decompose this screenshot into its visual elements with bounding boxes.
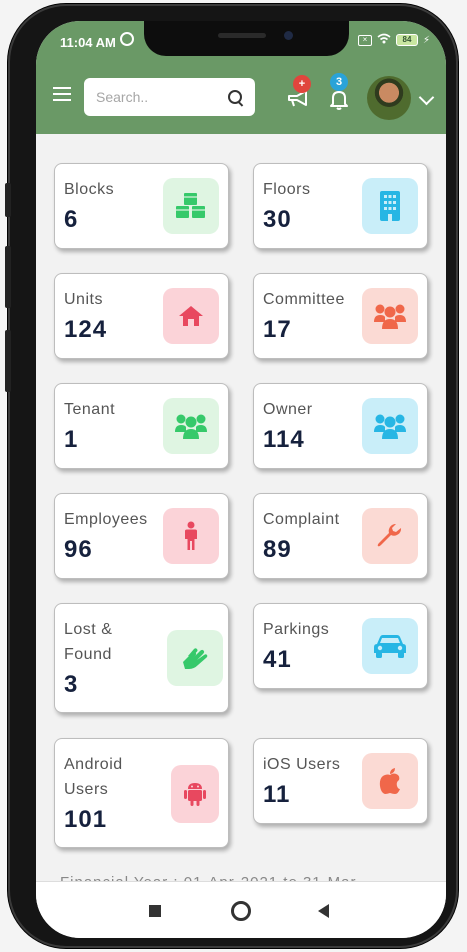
camera-notch — [144, 21, 349, 56]
home-button[interactable] — [231, 901, 251, 921]
android-icon — [171, 765, 219, 823]
app-header: 11:04 AM × 84 ⚡ Search.. + 3 — [36, 21, 446, 134]
back-button[interactable] — [318, 904, 329, 918]
card-value: 30 — [263, 206, 292, 233]
users-icon — [163, 398, 219, 454]
card-value: 3 — [64, 671, 79, 698]
search-placeholder: Search.. — [96, 89, 149, 105]
phone-side-button — [5, 183, 11, 217]
card-ios-users[interactable]: iOS Users 11 — [253, 738, 428, 824]
card-value: 11 — [263, 781, 291, 808]
card-label-line1: Lost & — [64, 621, 113, 638]
card-committee[interactable]: Committee 17 — [253, 273, 428, 359]
person-icon — [163, 508, 219, 564]
card-label: Tenant — [64, 401, 116, 418]
home-icon — [163, 288, 219, 344]
users-icon — [362, 288, 418, 344]
recent-apps-button[interactable] — [149, 905, 161, 917]
card-value: 6 — [64, 206, 79, 233]
card-units[interactable]: Units 124 — [54, 273, 229, 359]
sim-icon: × — [357, 34, 372, 46]
phone-volume-down — [5, 330, 11, 392]
card-label: Android Users — [64, 752, 123, 802]
bell-icon[interactable] — [328, 89, 350, 111]
card-value: 114 — [263, 426, 305, 453]
card-label: Blocks — [64, 181, 115, 198]
car-icon — [362, 618, 418, 674]
hands-icon — [167, 630, 223, 686]
chevron-down-icon[interactable] — [418, 89, 435, 106]
system-nav-bar — [36, 881, 446, 938]
card-value: 41 — [263, 646, 292, 673]
card-value: 124 — [64, 316, 108, 343]
card-value: 101 — [64, 806, 108, 833]
card-label: Parkings — [263, 621, 330, 638]
card-value: 89 — [263, 536, 292, 563]
card-owner[interactable]: Owner 114 — [253, 383, 428, 469]
card-label: Lost & Found — [64, 617, 112, 667]
card-android-users[interactable]: Android Users 101 — [54, 738, 229, 848]
search-input[interactable]: Search.. — [84, 78, 255, 116]
card-employees[interactable]: Employees 96 — [54, 493, 229, 579]
card-label: Floors — [263, 181, 311, 198]
cubes-icon — [163, 178, 219, 234]
status-time: 11:04 AM — [60, 35, 116, 50]
card-value: 17 — [263, 316, 292, 343]
phone-volume-up — [5, 246, 11, 308]
front-camera — [284, 31, 293, 40]
card-label: Complaint — [263, 511, 340, 528]
wifi-icon — [377, 33, 391, 47]
card-value: 96 — [64, 536, 93, 563]
app-screen: 11:04 AM × 84 ⚡ Search.. + 3 Blocks 6 Fl… — [36, 21, 446, 938]
card-label: Owner — [263, 401, 313, 418]
card-floors[interactable]: Floors 30 — [253, 163, 428, 249]
battery-icon: 84 — [395, 34, 418, 46]
card-blocks[interactable]: Blocks 6 — [54, 163, 229, 249]
wrench-icon — [362, 508, 418, 564]
card-label-line1: Android — [64, 756, 123, 773]
card-label: Units — [64, 291, 103, 308]
card-parkings[interactable]: Parkings 41 — [253, 603, 428, 689]
avatar[interactable] — [367, 76, 411, 120]
charging-icon: ⚡ — [422, 34, 430, 46]
card-label: Committee — [263, 291, 345, 308]
card-complaint[interactable]: Complaint 89 — [253, 493, 428, 579]
notification-badge: 3 — [330, 73, 348, 91]
building-icon — [362, 178, 418, 234]
card-label-line2: Users — [64, 781, 109, 798]
status-icons: × 84 ⚡ — [357, 33, 430, 47]
sync-icon — [120, 32, 134, 46]
speaker-grille — [218, 33, 266, 38]
card-label: Employees — [64, 511, 148, 528]
menu-icon[interactable] — [53, 87, 71, 101]
card-value: 1 — [64, 426, 79, 453]
card-tenant[interactable]: Tenant 1 — [54, 383, 229, 469]
card-label-line2: Found — [64, 646, 112, 663]
announcement-badge: + — [293, 75, 311, 93]
apple-icon — [362, 753, 418, 809]
card-lost-found[interactable]: Lost & Found 3 — [54, 603, 229, 713]
users-icon — [362, 398, 418, 454]
card-label: iOS Users — [263, 756, 341, 773]
search-icon[interactable] — [228, 89, 243, 105]
